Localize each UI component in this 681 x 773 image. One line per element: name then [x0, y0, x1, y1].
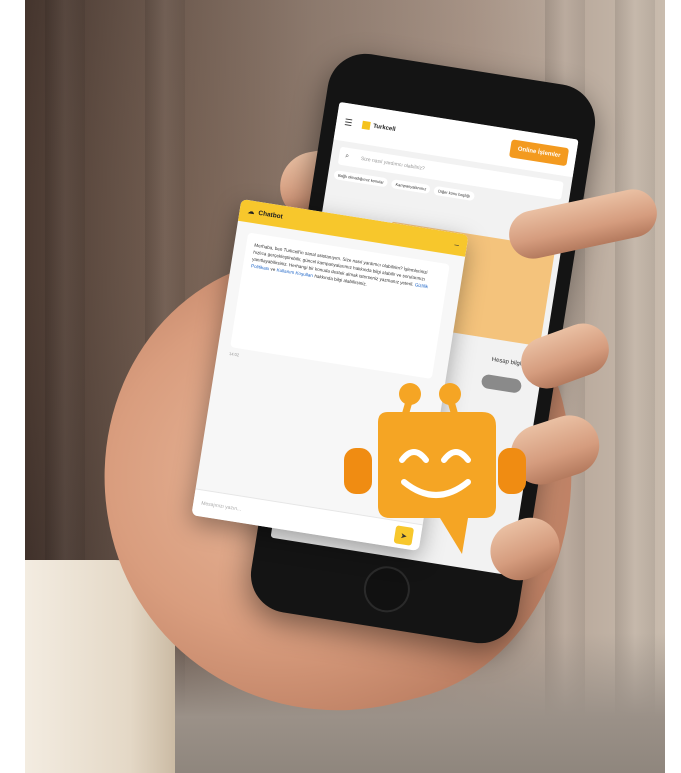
- chat-title: Chatbot: [257, 209, 284, 221]
- topic-chip[interactable]: Diğer konu başlığı: [433, 185, 475, 202]
- search-icon: ⌕: [344, 152, 350, 161]
- logo-text: Turkcell: [372, 123, 396, 133]
- menu-icon[interactable]: ☰: [344, 116, 358, 129]
- robot-chatbot-icon: [344, 383, 526, 554]
- topic-chip[interactable]: Kampanyalarımız: [390, 179, 432, 195]
- home-button: [360, 563, 414, 616]
- chat-bubble-icon: ☁: [247, 208, 256, 217]
- logo-icon: [361, 120, 371, 130]
- topic-chip[interactable]: Bağlı olmadığımız konular: [333, 170, 389, 188]
- search-placeholder: Size nasıl yardımcı olabiliriz?: [360, 155, 426, 172]
- online-transactions-button[interactable]: Online İşlemler: [509, 139, 570, 167]
- input-placeholder: Mesajınızı yazın...: [200, 500, 242, 513]
- minimize-button[interactable]: –: [454, 239, 460, 249]
